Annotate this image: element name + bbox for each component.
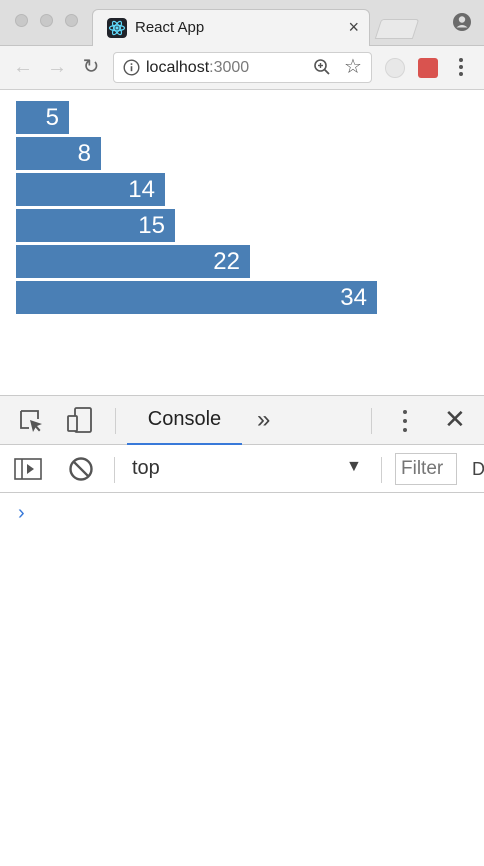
react-logo-icon [107,18,127,38]
url-host: localhost [146,59,210,76]
bar-chart: 5 8 14 15 22 34 [16,101,377,317]
show-sidebar-icon[interactable] [14,458,42,480]
execution-context-select[interactable]: top [132,457,160,480]
window-titlebar: React App × [0,0,484,46]
new-tab-button[interactable] [374,19,420,39]
device-toolbar-icon[interactable] [66,406,94,434]
more-tabs-icon[interactable]: » [257,405,270,435]
bar: 22 [16,245,250,278]
browser-menu-icon[interactable] [455,55,467,79]
tab-console[interactable]: Console [127,396,242,445]
bookmark-star-icon[interactable]: ☆ [344,56,362,78]
extension-icon-red[interactable] [418,58,438,78]
profile-icon[interactable] [452,12,472,32]
forward-arrow-icon[interactable]: → [46,56,68,78]
toolbar-divider [371,408,372,434]
tab-react-app[interactable]: React App × [92,9,370,46]
console-prompt-icon: › [18,502,25,524]
console-output[interactable]: › [0,493,484,866]
reload-icon[interactable]: ↻ [80,56,102,78]
toolbar-divider [381,457,382,483]
bar: 34 [16,281,377,314]
url-text: localhost:3000 [146,59,249,77]
close-window-button[interactable] [15,14,28,27]
bar: 5 [16,101,69,134]
zoom-icon[interactable] [313,58,331,76]
inspect-element-icon[interactable] [18,408,44,434]
bar: 8 [16,137,101,170]
address-bar[interactable]: localhost:3000 ☆ [113,52,372,83]
back-arrow-icon[interactable]: ← [12,56,34,78]
bar: 15 [16,209,175,242]
browser-toolbar: ← → ↻ localhost:3000 ☆ [0,46,484,90]
bar: 14 [16,173,165,206]
page-viewport: 5 8 14 15 22 34 [0,91,484,395]
url-port: :3000 [209,59,250,76]
dropdown-arrow-icon[interactable]: ▼ [346,458,362,476]
toolbar-divider [115,408,116,434]
filter-input[interactable] [395,453,457,485]
toolbar-divider [114,457,115,483]
minimize-window-button[interactable] [40,14,53,27]
devtools-tabbar: Console » ✕ [0,396,484,445]
clear-console-icon[interactable] [68,456,94,482]
close-devtools-icon[interactable]: ✕ [444,404,466,434]
tab-title: React App [135,19,205,36]
console-toolbar: top ▼ D [0,445,484,493]
log-levels-dropdown[interactable]: D [472,459,484,479]
maximize-window-button[interactable] [65,14,78,27]
tab-close-icon[interactable]: × [348,17,359,37]
extension-icon[interactable] [385,58,405,78]
info-icon[interactable] [123,59,140,76]
devtools-menu-icon[interactable] [399,408,411,434]
devtools-panel: Console » ✕ top ▼ D › [0,395,484,866]
